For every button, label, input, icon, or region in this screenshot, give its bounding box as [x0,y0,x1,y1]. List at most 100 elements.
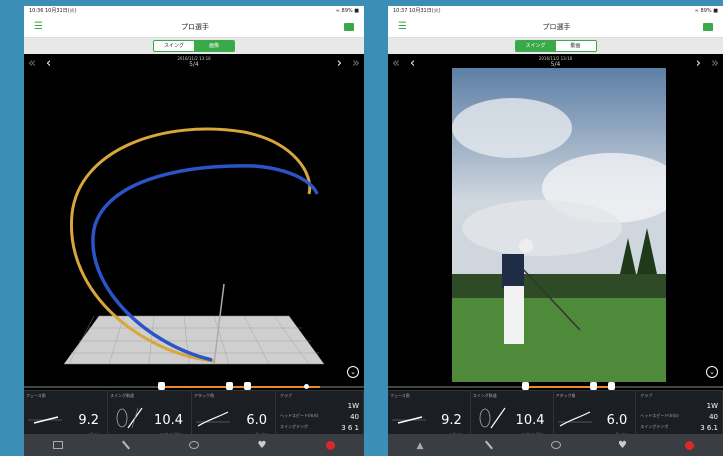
timeline-knob[interactable] [304,384,309,389]
tab-swing[interactable]: スイング [515,41,556,51]
heart-icon: ♥ [257,439,267,451]
timeline-marker-start[interactable] [158,382,165,390]
club-icon [484,440,493,450]
heart-icon: ♥ [618,439,627,451]
timeline-slider[interactable] [24,382,364,390]
speed-value: 40 [709,413,718,421]
status-bar: 10:36 10月31日(火) ≈ 89% ■ [24,6,364,16]
metric-swing-path[interactable]: スイング軌道 10.4 インサイドアウト [471,391,554,440]
nav-bar: ☰ プロ選手 [388,16,723,38]
record-icon [685,440,694,450]
status-battery: ≈ 89% ■ [335,8,359,14]
metric-label: アタック角 [194,393,214,398]
metric-value: 6.0 [246,413,267,428]
tab-swirl[interactable] [522,434,589,456]
tempo-row: スイングテンポ 3 6.1 [640,424,718,432]
timeline-marker-impact[interactable] [590,382,597,390]
tab-heart[interactable]: ♥ [589,434,656,456]
tab-club[interactable] [92,434,160,456]
metric-club[interactable]: クラブ 1W ヘッドスピード(m/s) 40 スイングテンポ 3 6 1 [276,391,364,440]
speed-row: ヘッドスピード(m/s) 40 [280,413,359,421]
status-bar: 10:37 10月31日(火) ≈ 89% ■ [388,6,723,16]
metric-label: フェース角 [26,393,46,398]
swing-path-graphic [479,407,506,429]
page-title: プロ選手 [181,22,209,31]
tempo-row: スイングテンポ 3 6 1 [280,424,359,432]
timeline-slider[interactable] [388,382,723,390]
tab-swirl[interactable] [160,434,228,456]
book-icon [53,441,63,449]
metric-value: 6.0 [606,413,628,428]
tempo-value: 3 6 1 [341,424,359,432]
tab-video[interactable]: 動画 [555,41,596,51]
metrics-panel: フェース角 9.2 ドライバ スイング軌道 10.4 インサイドアウト アタック… [388,390,723,440]
tab-swing[interactable]: スイング [154,41,194,51]
club-value: 1W [706,402,718,410]
status-time: 10:37 10月31日(火) [393,8,441,14]
metric-value: 9.2 [441,413,462,428]
speed-label: ヘッドスピード(m/s) [640,413,679,418]
tab-heart[interactable]: ♥ [228,434,296,456]
video-viewer[interactable]: « ‹ › » 2016/11/2 13:16 5/4 ⌄ [388,54,723,382]
segment-control: スイング 動画 [514,40,597,52]
bottom-tab-bar: ♥ [24,434,364,456]
metric-attack-angle[interactable]: アタック角 6.0 アッパー [554,391,637,440]
metric-label: フェース角 [390,393,410,398]
tempo-label: スイングテンポ [280,424,308,429]
list-icon[interactable]: ☰ [398,22,410,32]
expand-icon[interactable]: ⌄ [706,366,718,378]
swing-path-graphic [116,407,143,429]
left-tablet: 10:36 10月31日(火) ≈ 89% ■ ☰ プロ選手 スイング 画像 «… [24,6,364,456]
tab-club[interactable] [455,434,522,456]
timeline-marker-finish[interactable] [608,382,615,390]
segment-bar: スイング 画像 [24,38,364,54]
metric-label: アタック角 [555,393,576,398]
attack-angle-graphic [557,411,592,427]
club-icon [122,440,130,450]
club-label: クラブ [640,393,653,398]
tempo-value: 3 6.1 [700,424,718,432]
camera-icon[interactable] [344,22,354,31]
tab-record[interactable] [296,434,364,456]
tempo-label: スイングテンポ [640,424,669,429]
status-battery: ≈ 89% ■ [694,8,718,14]
timeline-marker-start[interactable] [522,382,529,390]
timeline-fill [524,386,614,388]
face-angle-graphic [28,416,62,424]
metric-label: スイング軌道 [110,393,134,398]
timeline-marker-impact[interactable] [226,382,233,390]
speed-row: ヘッドスピード(m/s) 40 [640,413,718,421]
tab-image[interactable]: 画像 [194,41,234,51]
record-icon [325,440,335,450]
tab-book[interactable] [24,434,92,456]
metric-attack-angle[interactable]: アタック角 6.0 アッパー [192,391,276,440]
bottom-tab-bar: ▲ ♥ [388,434,723,456]
club-value: 1W [347,402,359,410]
list-icon[interactable]: ☰ [34,22,46,32]
camera-icon[interactable] [703,22,713,31]
metric-label: スイング軌道 [472,393,497,398]
attack-angle-graphic [196,411,230,427]
club-row: 1W [280,402,359,410]
metric-value: 9.2 [78,413,99,428]
golfer-photo [452,68,666,382]
metric-value: 10.4 [154,413,183,428]
metric-face-angle[interactable]: フェース角 9.2 ドライバ [24,391,108,440]
swirl-icon [189,441,199,449]
speed-label: ヘッドスピード(m/s) [280,413,319,418]
date-box: 2016/11/2 13:16 5/4 [388,56,723,68]
tab-record[interactable] [656,434,723,456]
tab-warning[interactable]: ▲ [388,434,455,456]
status-time: 10:36 10月31日(火) [29,8,77,14]
metric-club[interactable]: クラブ 1W ヘッドスピード(m/s) 40 スイングテンポ 3 6.1 [636,391,723,440]
metric-swing-path[interactable]: スイング軌道 10.4 インサイドアウト [108,391,192,440]
segment-bar: スイング 動画 [388,38,723,54]
swing-3d-viewer[interactable]: « ‹ › » 2016/11/2 13:16 5/4 ⌄ [24,54,364,382]
metric-face-angle[interactable]: フェース角 9.2 ドライバ [388,391,471,440]
club-label: クラブ [280,393,292,398]
metrics-panel: フェース角 9.2 ドライバ スイング軌道 10.4 インサイドアウト アタック… [24,390,364,440]
swirl-icon [550,441,561,449]
timeline-marker-finish[interactable] [244,382,251,390]
expand-icon[interactable]: ⌄ [347,366,359,378]
swing-video[interactable] [452,68,666,382]
